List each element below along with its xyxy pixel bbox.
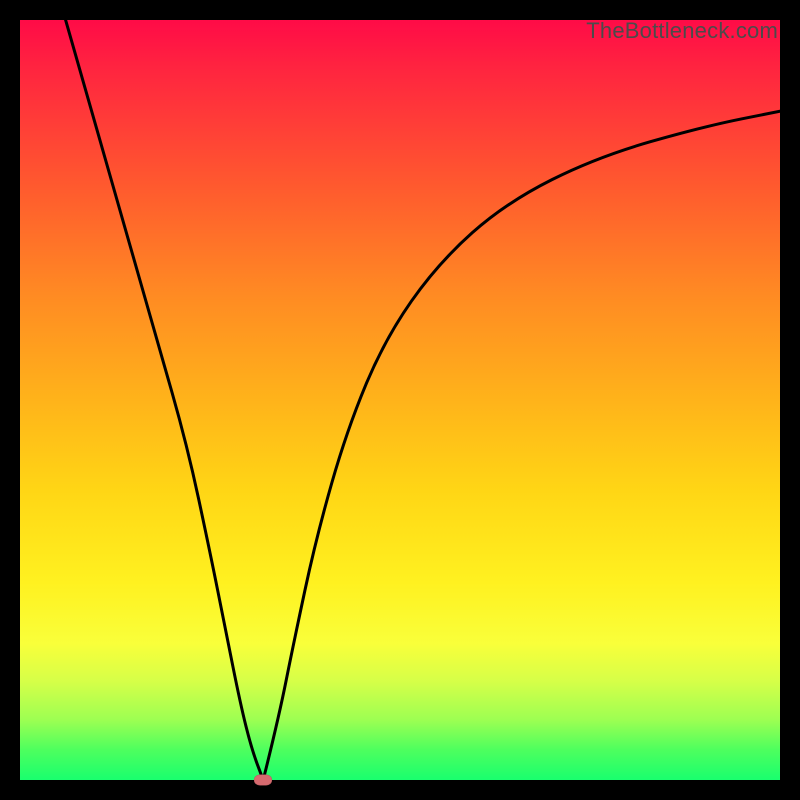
minimum-marker	[254, 775, 272, 786]
watermark-text: TheBottleneck.com	[586, 18, 778, 44]
chart-frame: TheBottleneck.com	[20, 20, 780, 780]
gradient-background	[20, 20, 780, 780]
